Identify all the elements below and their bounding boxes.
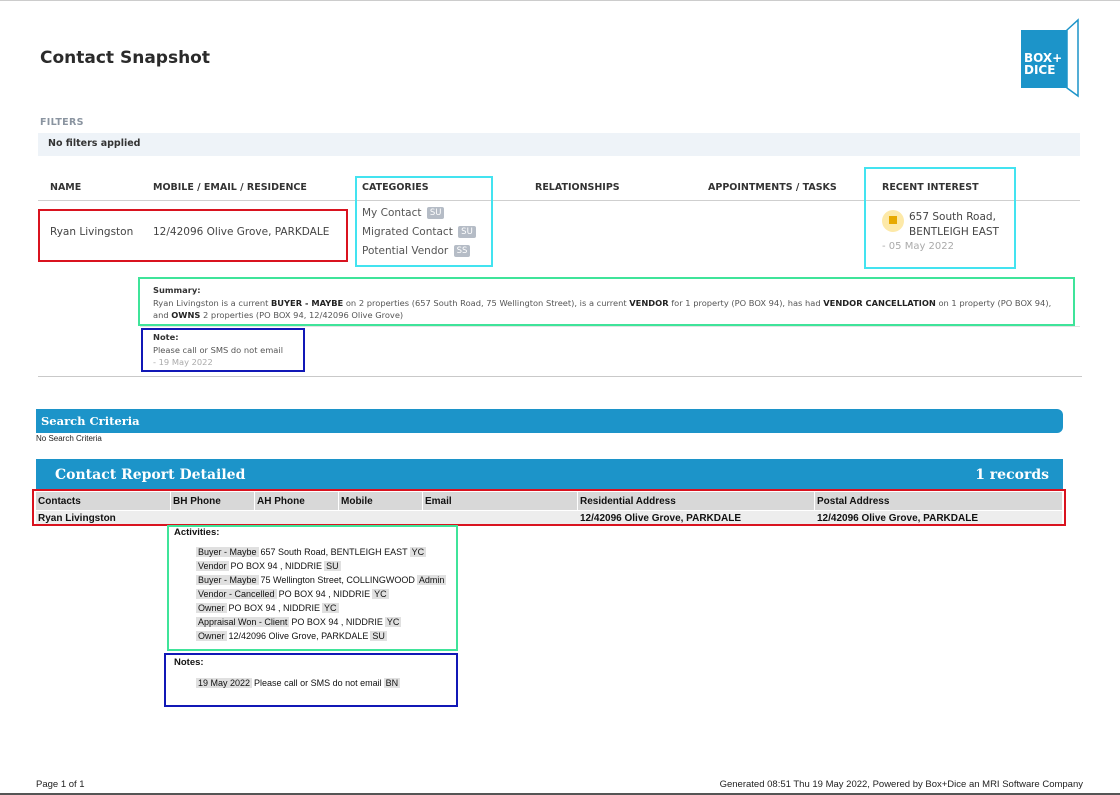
highlight-box-cyan (864, 167, 1016, 269)
highlight-box-red (32, 489, 1066, 526)
highlight-box-blue (164, 653, 458, 707)
highlight-box-green (138, 277, 1075, 326)
col-head-relationships: RELATIONSHIPS (535, 182, 620, 193)
filters-value: No filters applied (48, 138, 141, 149)
col-head-name: NAME (50, 182, 82, 193)
contact-report-header: Contact Report Detailed 1 records (36, 459, 1063, 489)
col-head-appointments: APPOINTMENTS / TASKS (708, 182, 837, 193)
filters-bar: No filters applied (38, 133, 1080, 156)
summary-divider (140, 326, 1080, 327)
section-divider (38, 376, 1082, 377)
search-criteria-title: Search Criteria (41, 414, 140, 428)
contact-report-title: Contact Report Detailed (55, 467, 246, 483)
highlight-box-green (167, 525, 458, 651)
col-head-contact: MOBILE / EMAIL / RESIDENCE (153, 182, 307, 193)
generated-info: Generated 08:51 Thu 19 May 2022, Powered… (719, 779, 1083, 790)
highlight-box-blue (141, 328, 305, 372)
search-criteria-header: Search Criteria (36, 409, 1063, 433)
filters-label: FILTERS (40, 117, 84, 128)
search-criteria-value: No Search Criteria (36, 434, 102, 443)
page-title: Contact Snapshot (40, 48, 210, 68)
page-number: Page 1 of 1 (36, 779, 85, 790)
records-count: 1 records (975, 467, 1049, 483)
top-rule (0, 0, 1120, 1)
highlight-box-cyan (355, 176, 493, 267)
highlight-box-red (38, 209, 348, 262)
box-dice-logo: BOX+ DICE (1021, 18, 1079, 98)
logo-line-2: DICE (1024, 63, 1055, 77)
